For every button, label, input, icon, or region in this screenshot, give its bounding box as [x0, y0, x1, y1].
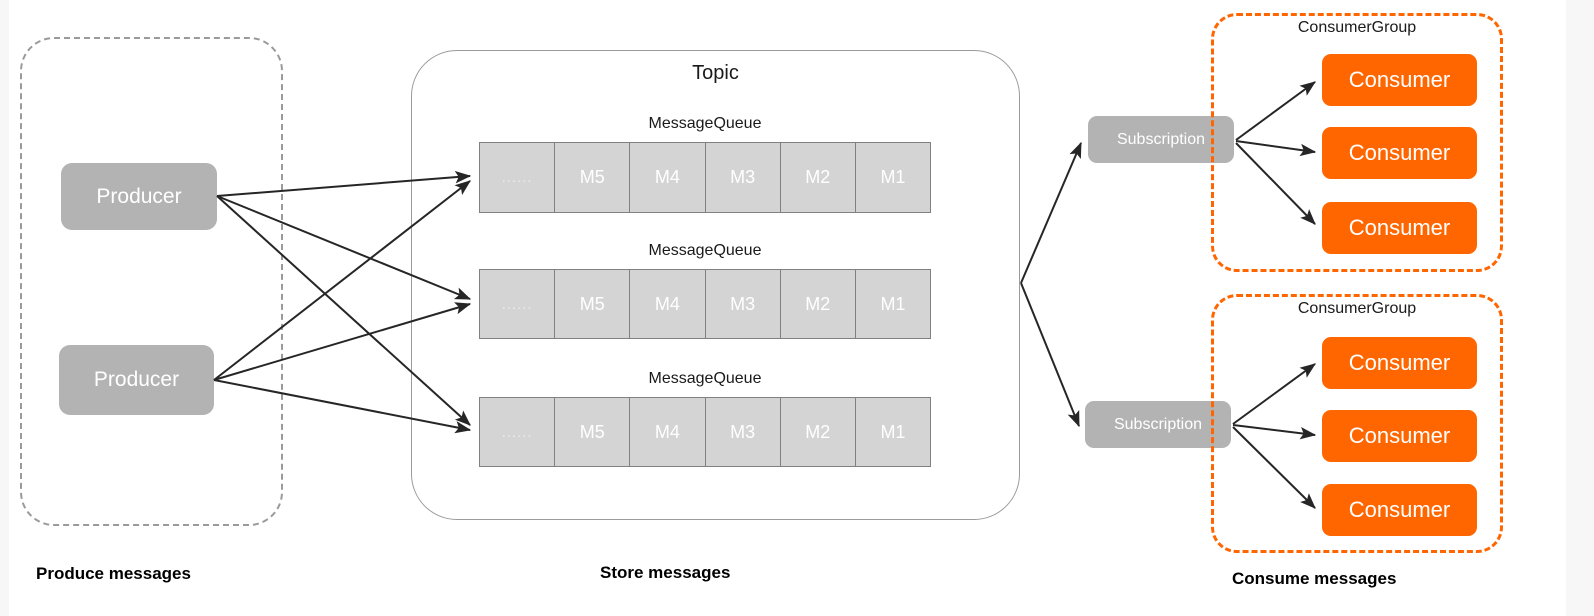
consumer-label: Consumer — [1348, 350, 1451, 375]
message-cell: M1 — [855, 270, 931, 338]
subscription-label: Subscription — [1113, 415, 1203, 433]
caption-produce-messages: Produce messages — [36, 564, 191, 583]
left-gutter — [0, 0, 9, 616]
producer-node-2[interactable]: Producer — [59, 345, 214, 415]
consumer-node-1-3[interactable]: Consumer — [1322, 202, 1477, 254]
consumer-label: Consumer — [1348, 140, 1451, 165]
message-cell: M4 — [630, 143, 706, 212]
message-cell: M2 — [780, 398, 856, 466]
message-cell: M2 — [780, 270, 856, 338]
producer-group-boundary — [20, 37, 283, 526]
message-cell: M4 — [630, 398, 706, 466]
message-cell: M5 — [555, 270, 631, 338]
producer-label: Producer — [93, 368, 180, 391]
message-queue-title-3: MessageQueue — [648, 370, 762, 387]
message-queue-title-2: MessageQueue — [648, 242, 762, 259]
consumer-label: Consumer — [1348, 423, 1451, 448]
subscription-label: Subscription — [1116, 130, 1206, 148]
message-queue-title-1: MessageQueue — [648, 115, 762, 132]
producer-label: Producer — [96, 184, 182, 208]
message-cell: ...... — [480, 270, 556, 338]
consumer-node-2-1[interactable]: Consumer — [1322, 337, 1477, 389]
consumer-node-2-2[interactable]: Consumer — [1322, 410, 1477, 462]
consumer-node-1-1[interactable]: Consumer — [1322, 54, 1477, 106]
message-cell: M5 — [555, 143, 631, 212]
message-cell: M3 — [705, 398, 781, 466]
message-cell: M1 — [855, 398, 931, 466]
message-cell: M5 — [555, 398, 631, 466]
consumer-label: Consumer — [1348, 215, 1451, 240]
right-gutter — [1566, 0, 1594, 616]
consumer-node-2-3[interactable]: Consumer — [1322, 484, 1477, 536]
message-cell: M3 — [705, 270, 781, 338]
diagram-canvas: Producer Producer Produce messages Topic… — [0, 0, 1594, 616]
producer-node-1[interactable]: Producer — [61, 163, 217, 230]
caption-store-messages: Store messages — [600, 563, 731, 582]
subscription-node-2[interactable]: Subscription — [1085, 401, 1231, 448]
caption-consume-messages: Consume messages — [1232, 569, 1397, 588]
message-queue-3[interactable]: ...... M5 M4 M3 M2 M1 — [479, 397, 931, 467]
consumer-node-1-2[interactable]: Consumer — [1322, 127, 1477, 179]
consumer-group-title-2: ConsumerGroup — [1297, 300, 1417, 317]
message-cell: M1 — [855, 143, 931, 212]
message-queue-1[interactable]: ...... M5 M4 M3 M2 M1 — [479, 142, 931, 213]
message-cell: M4 — [630, 270, 706, 338]
arrow-topic-to-subscription1 — [1020, 141, 1082, 284]
arrow-topic-to-subscription2 — [1020, 282, 1080, 428]
consumer-label: Consumer — [1348, 67, 1451, 92]
consumer-group-title-1: ConsumerGroup — [1297, 19, 1417, 36]
consumer-label: Consumer — [1348, 497, 1451, 522]
message-cell: ...... — [480, 143, 556, 212]
topic-title: Topic — [692, 62, 739, 84]
message-cell: M2 — [780, 143, 856, 212]
message-queue-2[interactable]: ...... M5 M4 M3 M2 M1 — [479, 269, 931, 339]
message-cell: M3 — [705, 143, 781, 212]
message-cell: ...... — [480, 398, 556, 466]
